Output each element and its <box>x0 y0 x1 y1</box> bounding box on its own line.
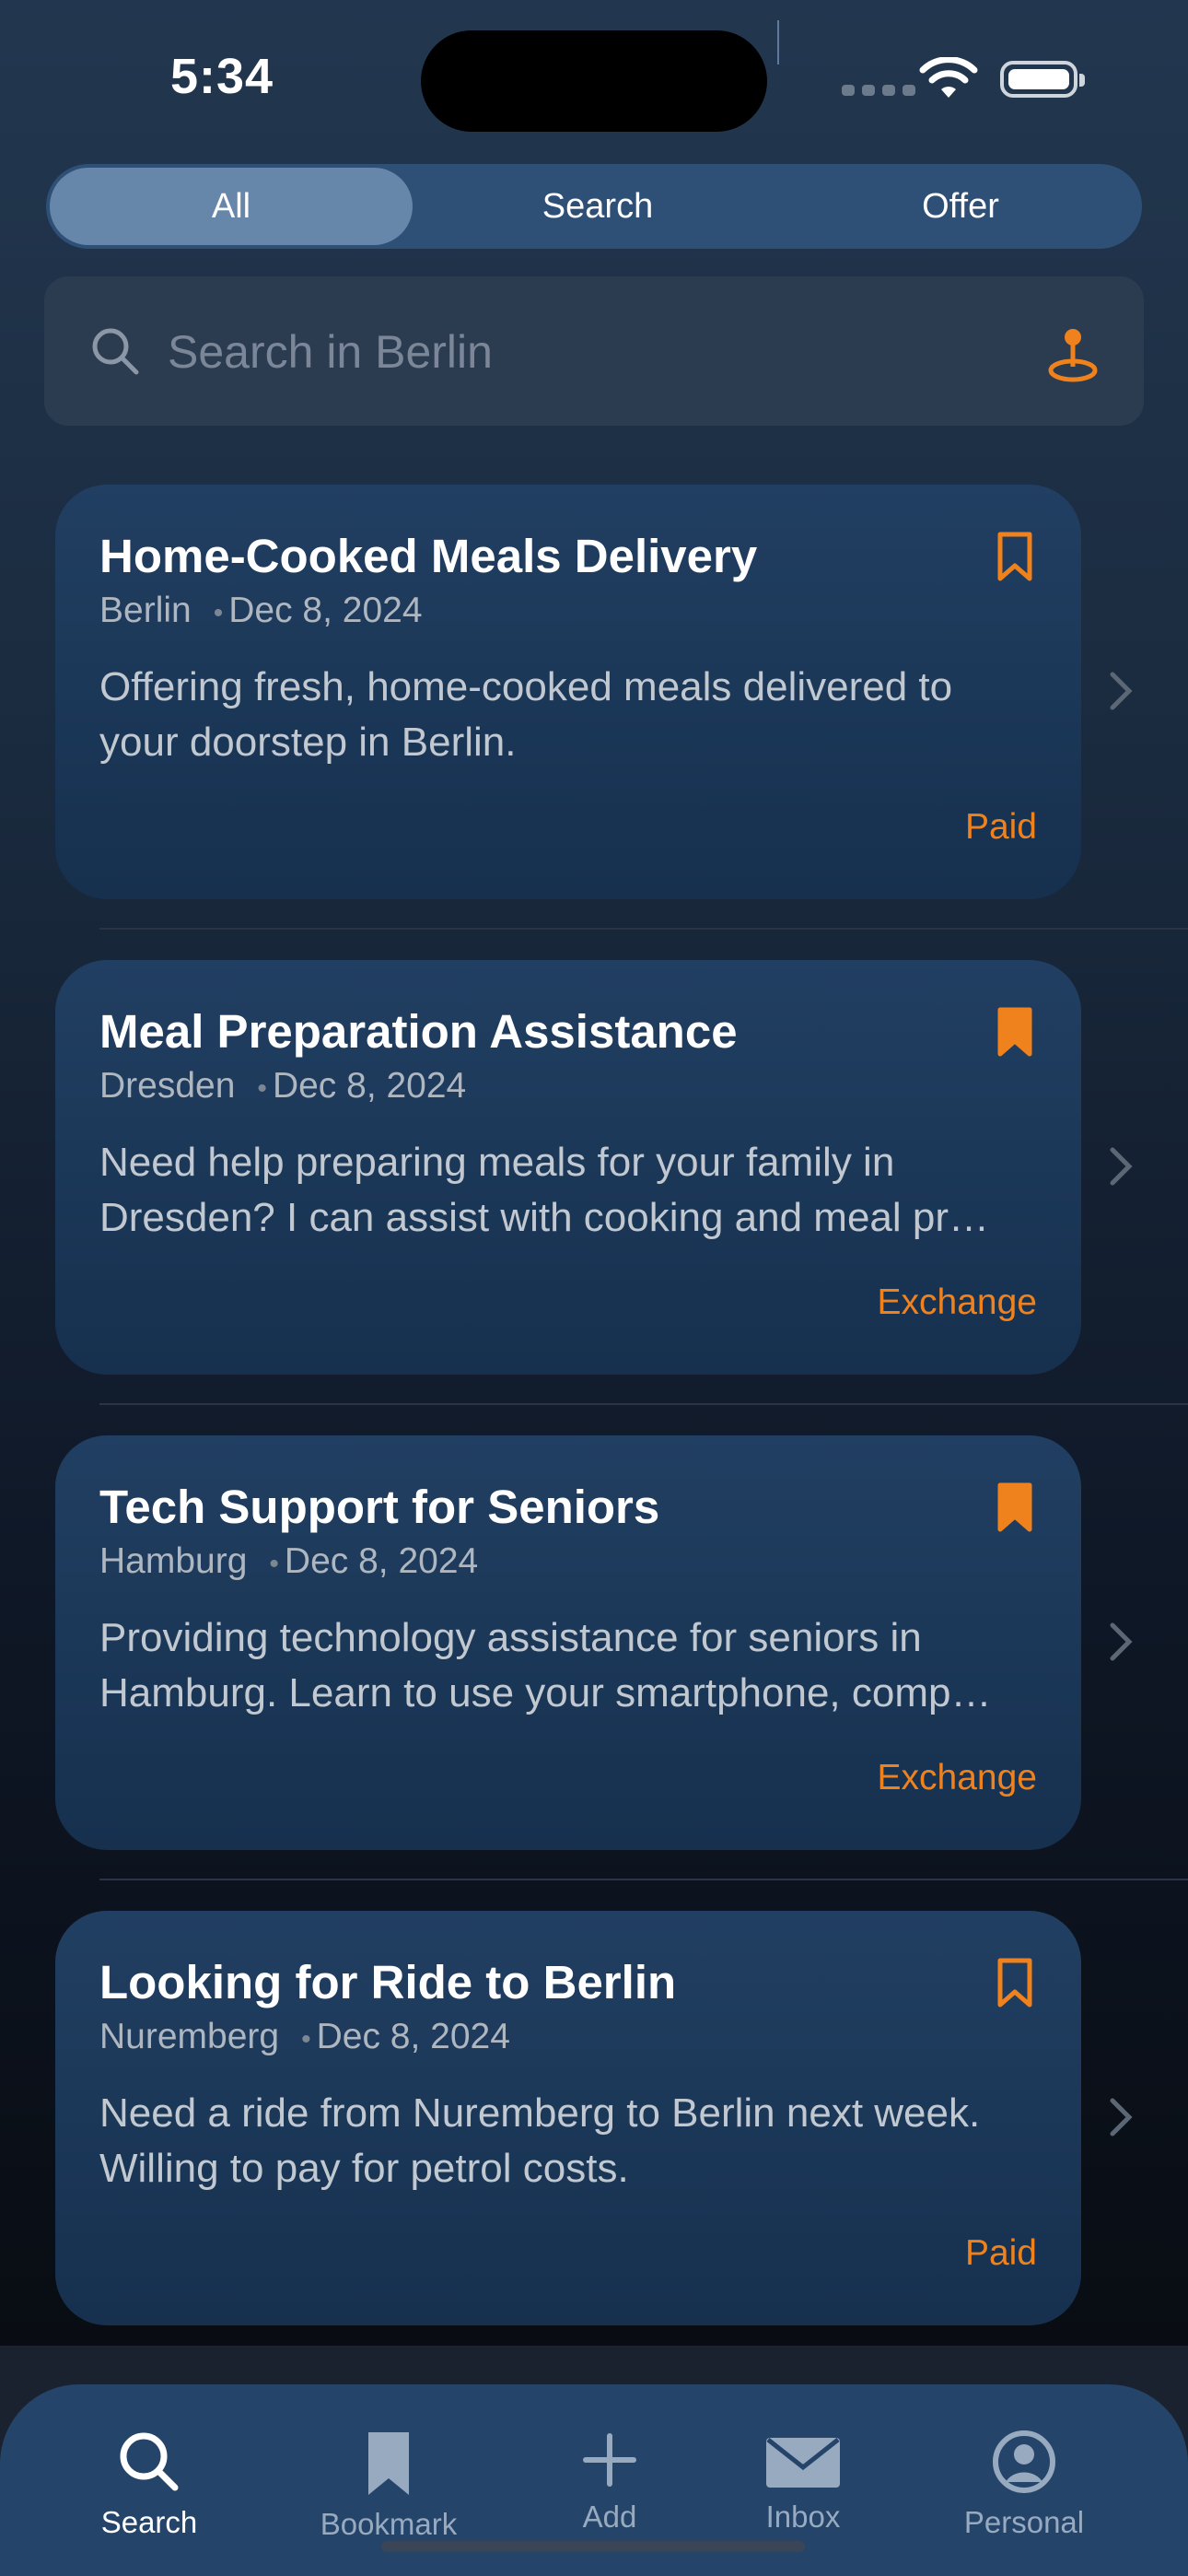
listing-description: Offering fresh, home-cooked meals delive… <box>99 660 1039 770</box>
search-icon <box>120 2432 179 2491</box>
listing-city: Dresden <box>99 1066 236 1106</box>
listing-date: Dec 8, 2024 <box>272 1066 467 1106</box>
tab-inbox[interactable]: Inbox <box>711 2429 895 2535</box>
listing-description-line: Need help preparing meals for your famil… <box>99 1140 895 1185</box>
listing-title: Home-Cooked Meals Delivery <box>99 530 758 582</box>
listing-title: Looking for Ride to Berlin <box>99 1956 677 2008</box>
location-pin-icon[interactable] <box>1044 324 1101 385</box>
dynamic-island <box>421 30 767 132</box>
bookmark-outline-icon[interactable] <box>996 1957 1033 2008</box>
wifi-icon <box>919 57 978 98</box>
bookmark-filled-icon[interactable] <box>996 1006 1033 1058</box>
tab-personal[interactable]: Personal <box>932 2429 1116 2540</box>
listing-card[interactable]: Meal Preparation Assistance Dresden • Dec … <box>55 960 1081 1375</box>
listing-date: Dec 8, 2024 <box>228 591 423 630</box>
listing-card[interactable]: Looking for Ride to Berlin Nuremberg • Dec… <box>55 1911 1081 2325</box>
segment-search[interactable]: Search <box>416 164 779 249</box>
listing-meta: Hamburg • Dec 8, 2024 <box>99 1541 478 1582</box>
listing-tag: Exchange <box>877 1282 1037 1322</box>
tab-label: Bookmark <box>320 2507 458 2541</box>
tab-add[interactable]: Add <box>518 2429 702 2535</box>
chevron-right-icon[interactable] <box>1109 2097 1133 2137</box>
bookmark-outline-icon[interactable] <box>996 531 1033 582</box>
tab-bookmark[interactable]: Bookmark <box>297 2429 481 2542</box>
search-bar <box>44 276 1144 426</box>
chevron-right-icon[interactable] <box>1109 671 1133 711</box>
list-separator <box>99 1879 1188 1880</box>
meta-dot: • <box>213 598 224 628</box>
filter-segmented-control: All Search Offer <box>46 164 1142 249</box>
listing-meta: Dresden • Dec 8, 2024 <box>99 1066 466 1107</box>
listing-meta: Berlin • Dec 8, 2024 <box>99 591 423 631</box>
person-icon <box>993 2430 1055 2493</box>
tab-label: Inbox <box>765 2500 841 2534</box>
bookmark-filled-icon[interactable] <box>996 1481 1033 1533</box>
listing-description: Need help preparing meals for your famil… <box>99 1135 1039 1246</box>
meta-dot: • <box>257 1073 267 1104</box>
listing-title: Meal Preparation Assistance <box>99 1005 738 1058</box>
status-time: 5:34 <box>170 49 274 104</box>
meta-dot: • <box>301 2024 311 2055</box>
listing-description-line: Providing technology assistance for seni… <box>99 1615 922 1660</box>
search-input[interactable] <box>166 313 1054 391</box>
listing-description-line: Offering fresh, home-cooked meals delive… <box>99 664 953 709</box>
cellular-signal-icon <box>842 85 915 96</box>
search-icon <box>92 328 139 375</box>
plus-icon <box>583 2433 636 2487</box>
listing-tag: Exchange <box>877 1758 1037 1797</box>
listing-description-line: Need a ride from Nuremberg to Berlin nex… <box>99 2090 981 2136</box>
listing-description-line: Willing to pay for petrol costs. <box>99 2146 629 2191</box>
envelope-icon <box>766 2438 840 2488</box>
listing-description-line: your doorstep in Berlin. <box>99 720 517 765</box>
listing-description-line: Hamburg. Learn to use your smartphone, c… <box>99 1670 992 1715</box>
listing-description: Need a ride from Nuremberg to Berlin nex… <box>99 2086 1039 2196</box>
listing-city: Berlin <box>99 591 192 630</box>
listing-card[interactable]: Home-Cooked Meals Delivery Berlin • Dec 8,… <box>55 485 1081 899</box>
tab-label: Search <box>100 2505 198 2539</box>
listing-tag: Paid <box>964 807 1037 847</box>
listing-date: Dec 8, 2024 <box>284 1541 479 1581</box>
meta-dot: • <box>269 1549 279 1579</box>
bookmark-icon <box>368 2432 409 2495</box>
status-bar: 5:34 <box>0 0 1188 157</box>
segment-all[interactable]: All <box>50 168 413 245</box>
tab-search[interactable]: Search <box>57 2429 241 2540</box>
listing-date: Dec 8, 2024 <box>316 2017 510 2056</box>
segment-offer[interactable]: Offer <box>779 164 1142 249</box>
listing-title: Tech Support for Seniors <box>99 1481 660 1533</box>
listing-meta: Nuremberg • Dec 8, 2024 <box>99 2017 510 2057</box>
battery-icon <box>1000 61 1085 98</box>
listing-description-line: Dresden? I can assist with cooking and m… <box>99 1195 990 1240</box>
chevron-right-icon[interactable] <box>1109 1146 1133 1187</box>
list-separator <box>99 1403 1188 1405</box>
listing-city: Hamburg <box>99 1541 248 1581</box>
home-indicator <box>381 2541 805 2552</box>
tab-label: Add <box>582 2500 637 2534</box>
listing-description: Providing technology assistance for seni… <box>99 1610 1039 1721</box>
segment-divider <box>777 20 779 64</box>
listing-city: Nuremberg <box>99 2017 280 2056</box>
tab-label: Personal <box>963 2505 1085 2539</box>
chevron-right-icon[interactable] <box>1109 1622 1133 1662</box>
listing-tag: Paid <box>964 2233 1037 2273</box>
listing-card[interactable]: Tech Support for Seniors Hamburg • Dec 8, … <box>55 1435 1081 1850</box>
list-separator <box>99 928 1188 930</box>
